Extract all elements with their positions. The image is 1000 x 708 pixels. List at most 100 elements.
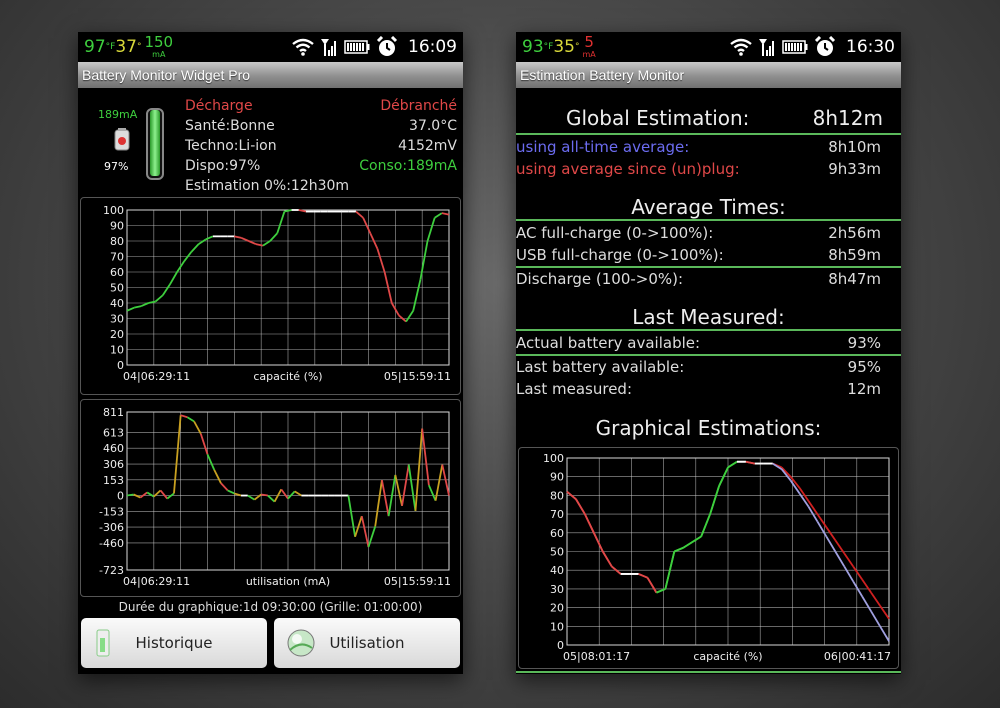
- y-tick-label: 40: [550, 564, 564, 577]
- capacity-chart-svg: 100908070605040302010004|06:29:11 capacit…: [103, 204, 451, 383]
- x-start-label: 05|08:01:17: [563, 650, 630, 663]
- title-bar: Estimation Battery Monitor: [516, 62, 901, 88]
- info-consumption: Conso:189mA: [359, 158, 457, 174]
- y-tick-label: 60: [550, 527, 564, 540]
- phone-left-screen: 97°F 37° 150 mA 16:09 Battery Monitor Wid…: [78, 32, 463, 674]
- x-end-label: 05|15:59:11: [384, 370, 451, 383]
- info-right-column: Débranché 37.0°C 4152mV Conso:189mA: [359, 96, 457, 176]
- last-row-measured: Last measured: 12m: [516, 378, 901, 400]
- row-value: 2h56m: [828, 224, 881, 242]
- last-row-actual: Actual battery available: 93%: [516, 332, 901, 354]
- globe-icon: [286, 628, 316, 662]
- y-tick-label: -460: [99, 537, 124, 550]
- y-tick-label: 30: [550, 583, 564, 596]
- battery-info-panel: 189mA 97% Décharge Santé:Bonne Techno:Li…: [78, 90, 463, 196]
- status-time: 16:09: [408, 37, 457, 57]
- avg-row-usb: USB full-charge (0->100%): 8h59m: [516, 244, 901, 266]
- x-axis-label: capacité (%): [253, 370, 322, 383]
- battery-level-fill: [150, 110, 160, 176]
- usage-chart: 811 613 460 306 153 0 -153 -306 -460 -723 04|06:29…: [80, 399, 461, 597]
- y-tick-label: 0: [117, 490, 124, 503]
- y-tick-label: 50: [110, 282, 124, 295]
- info-techno: Techno:Li-ion: [185, 138, 277, 154]
- row-value: 8h10m: [828, 138, 881, 156]
- divider: [516, 133, 901, 135]
- wifi-icon: [730, 38, 752, 56]
- signal-icon: [320, 37, 338, 57]
- y-tick-label: 60: [110, 266, 124, 279]
- status-current: 5 mA: [582, 33, 596, 59]
- y-tick-label: 460: [103, 442, 124, 455]
- battery-icon: [344, 40, 370, 54]
- y-tick-label: 30: [110, 313, 124, 326]
- battery-widget: 189mA 97%: [86, 98, 166, 188]
- row-label: USB full-charge (0->100%):: [516, 246, 724, 264]
- y-tick-label: 90: [110, 220, 124, 233]
- signal-icon: [758, 37, 776, 57]
- historique-label: Historique: [135, 634, 213, 652]
- row-label: using average since (un)plug:: [516, 160, 740, 178]
- utilisation-label: Utilisation: [329, 634, 405, 652]
- y-tick-label: 90: [550, 471, 564, 484]
- info-left-column: Décharge Santé:Bonne Techno:Li-ion Dispo…: [185, 96, 349, 196]
- y-tick-label: 100: [103, 204, 124, 217]
- graphical-estimations-heading: Graphical Estimations:: [595, 416, 822, 440]
- x-start-label: 04|06:29:11: [123, 575, 190, 588]
- x-axis-label: utilisation (mA): [246, 575, 330, 588]
- x-end-label: 05|15:59:11: [384, 575, 451, 588]
- y-tick-label: 306: [103, 458, 124, 471]
- y-tick-label: -306: [99, 521, 124, 534]
- y-tick-label: 40: [110, 297, 124, 310]
- battery-icon: [782, 40, 808, 54]
- y-tick-label: 10: [550, 620, 564, 633]
- global-estimation-value: 8h12m: [812, 106, 883, 130]
- global-row-since-unplug: using average since (un)plug: 9h33m: [516, 158, 901, 180]
- utilisation-button[interactable]: Utilisation: [274, 618, 460, 668]
- status-time: 16:30: [846, 37, 895, 57]
- row-label: Discharge (100->0%):: [516, 270, 684, 288]
- y-tick-label: -153: [99, 505, 124, 518]
- info-voltage: 4152mV: [398, 138, 457, 154]
- y-tick-label: 100: [543, 452, 564, 465]
- row-label: Last measured:: [516, 380, 633, 398]
- divider: [516, 219, 901, 221]
- info-estimation: Estimation 0%:12h30m: [185, 178, 350, 194]
- row-value: 9h33m: [828, 160, 881, 178]
- average-times-heading: Average Times:: [631, 195, 786, 219]
- row-value: 93%: [847, 334, 881, 352]
- row-value: 95%: [847, 358, 881, 376]
- alarm-clock-icon: [376, 36, 398, 58]
- x-start-label: 04|06:29:11: [123, 370, 190, 383]
- last-measured-heading: Last Measured:: [632, 305, 785, 329]
- row-label: Last battery available:: [516, 358, 685, 376]
- status-current: 150 mA: [144, 33, 174, 59]
- estimation-chart-svg: 100908070605040302010005|08:01:17 capacit…: [543, 452, 891, 663]
- status-temp-c: 37°: [115, 37, 142, 57]
- status-bar: 97°F 37° 150 mA 16:09: [78, 32, 463, 62]
- divider: [516, 671, 901, 673]
- historique-button[interactable]: Historique: [81, 618, 267, 668]
- row-value: 8h59m: [828, 246, 881, 264]
- global-row-alltime: using all-time average: 8h10m: [516, 136, 901, 158]
- capacity-chart: 100 90 80 70 60 50 40 30 20 10 0 04|06:29:11 capacit…: [80, 197, 461, 395]
- divider: [516, 329, 901, 331]
- battery-can-icon: [112, 128, 134, 156]
- row-label: using all-time average:: [516, 138, 690, 156]
- battery-current: 189mA: [98, 108, 138, 121]
- info-plug-state: Débranché: [380, 98, 457, 114]
- row-value: 8h47m: [828, 270, 881, 288]
- series-segment: [126, 493, 134, 497]
- series-segment: [261, 493, 269, 497]
- status-temp-c: 35°: [553, 37, 580, 57]
- y-tick-label: 10: [110, 344, 124, 357]
- global-estimation-heading: Global Estimation: 8h12m: [516, 106, 901, 134]
- alarm-clock-icon: [814, 36, 836, 58]
- status-bar: 93°F 35° 5 mA 16:30: [516, 32, 901, 62]
- status-temp-f: 97°F: [84, 37, 116, 57]
- row-label: Actual battery available:: [516, 334, 701, 352]
- usage-chart-svg: 811 613 460 306 153 0 -153 -306 -460 -72304|06:29…: [99, 406, 451, 588]
- y-tick-label: -723: [99, 564, 124, 577]
- phone-history-icon: [93, 628, 113, 662]
- y-tick-label: 80: [110, 235, 124, 248]
- status-temp-f: 93°F: [522, 37, 554, 57]
